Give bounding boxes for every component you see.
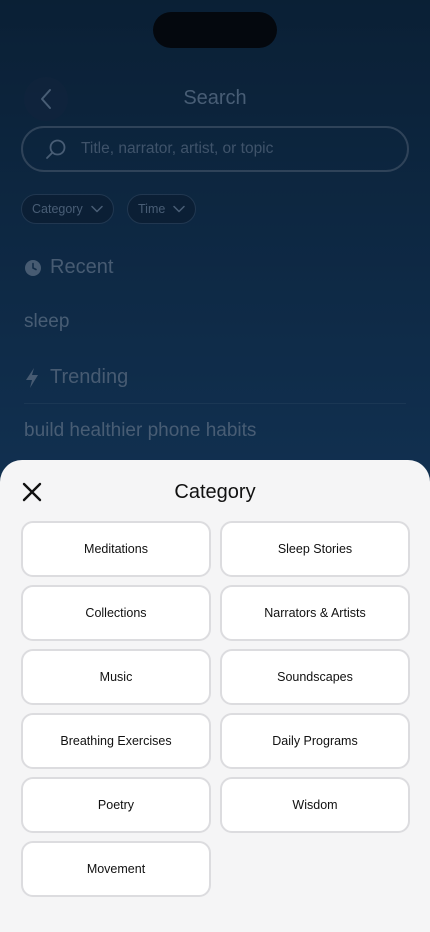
- category-sheet: Category Meditations Sleep Stories Colle…: [0, 460, 430, 932]
- category-meditations[interactable]: Meditations: [21, 521, 211, 577]
- sheet-title: Category: [174, 481, 256, 503]
- category-wisdom[interactable]: Wisdom: [220, 777, 410, 833]
- category-sleep-stories[interactable]: Sleep Stories: [220, 521, 410, 577]
- category-music[interactable]: Music: [21, 649, 211, 705]
- category-narrators-artists[interactable]: Narrators & Artists: [220, 585, 410, 641]
- category-daily-programs[interactable]: Daily Programs: [220, 713, 410, 769]
- category-collections[interactable]: Collections: [21, 585, 211, 641]
- category-poetry[interactable]: Poetry: [21, 777, 211, 833]
- category-movement[interactable]: Movement: [21, 841, 211, 897]
- category-soundscapes[interactable]: Soundscapes: [220, 649, 410, 705]
- category-breathing-exercises[interactable]: Breathing Exercises: [21, 713, 211, 769]
